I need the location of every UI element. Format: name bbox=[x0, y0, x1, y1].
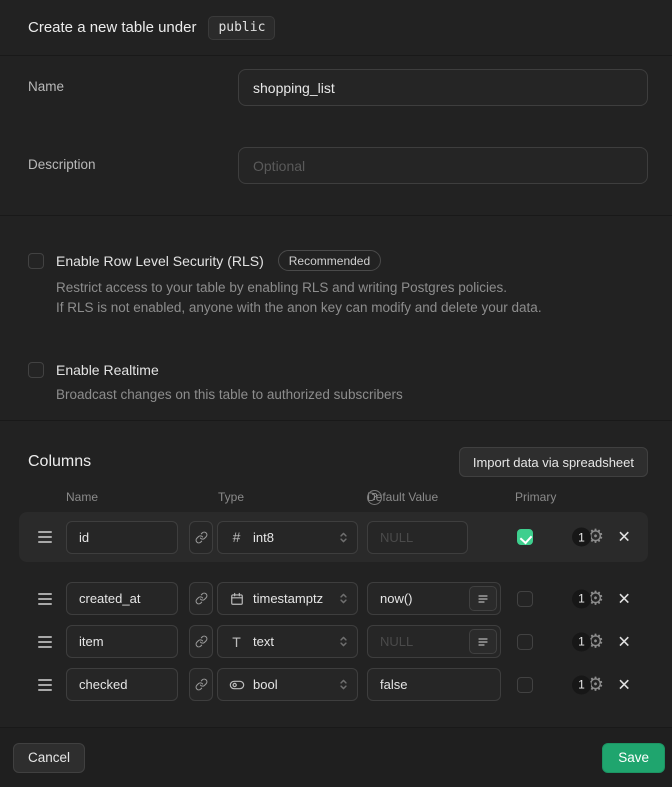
column-name-input[interactable] bbox=[66, 582, 178, 615]
link-icon bbox=[195, 531, 208, 544]
calendar-icon bbox=[228, 592, 245, 606]
description-label: Description bbox=[28, 147, 238, 172]
column-rows: # T int8 bbox=[0, 512, 672, 701]
suggestions-list-button[interactable] bbox=[469, 629, 497, 654]
rls-checkbox[interactable] bbox=[28, 253, 44, 269]
remove-column-button[interactable]: × bbox=[618, 527, 630, 548]
remove-column-button[interactable]: × bbox=[618, 674, 630, 695]
column-type-label: timestamptz bbox=[253, 591, 337, 606]
default-value-input[interactable] bbox=[367, 521, 468, 554]
settings-count-badge: 1 bbox=[572, 632, 591, 651]
link-icon bbox=[195, 635, 208, 648]
default-value-wrap bbox=[367, 668, 501, 701]
schema-badge: public bbox=[208, 16, 275, 40]
suggestions-list-button[interactable] bbox=[469, 586, 497, 611]
chevron-up-down-icon bbox=[337, 591, 350, 606]
column-type-select[interactable]: # T int8 bbox=[217, 521, 358, 554]
header-name: Name bbox=[66, 490, 98, 504]
column-name-input[interactable] bbox=[66, 625, 178, 658]
rls-label: Enable Row Level Security (RLS) bbox=[56, 253, 264, 269]
column-settings: 1 ⚙ bbox=[572, 528, 604, 547]
default-value-wrap bbox=[367, 625, 501, 658]
chevron-up-down-icon bbox=[337, 530, 350, 545]
save-button[interactable]: Save bbox=[602, 743, 665, 773]
panel-header: Create a new table under public bbox=[0, 0, 672, 56]
header-primary: Primary bbox=[515, 490, 556, 504]
realtime-checkbox[interactable] bbox=[28, 362, 44, 378]
column-name-input[interactable] bbox=[66, 668, 178, 701]
drag-handle-icon[interactable] bbox=[38, 531, 52, 543]
drag-handle-icon[interactable] bbox=[38, 679, 52, 691]
column-name-input[interactable] bbox=[66, 521, 178, 554]
default-value-wrap bbox=[367, 521, 468, 554]
import-spreadsheet-button[interactable]: Import data via spreadsheet bbox=[459, 447, 648, 477]
table-info-section: Name Description bbox=[0, 56, 672, 216]
description-field-row: Description bbox=[28, 147, 648, 184]
column-row: # T text bbox=[19, 625, 648, 658]
columns-title: Columns bbox=[28, 453, 91, 471]
table-name-input[interactable] bbox=[238, 69, 648, 106]
list-icon bbox=[477, 593, 489, 605]
primary-checkbox[interactable] bbox=[517, 634, 533, 650]
list-icon bbox=[477, 636, 489, 648]
column-row: # T timestamptz bbox=[19, 582, 648, 615]
column-type-select[interactable]: # T text bbox=[217, 625, 358, 658]
chevron-up-down-icon bbox=[337, 677, 350, 692]
cancel-button[interactable]: Cancel bbox=[13, 743, 85, 773]
column-type-label: text bbox=[253, 634, 337, 649]
column-row: # T bool bbox=[19, 668, 648, 701]
foreign-key-button[interactable] bbox=[189, 668, 213, 701]
name-label: Name bbox=[28, 69, 238, 94]
toggle-icon bbox=[228, 677, 245, 693]
column-type-label: bool bbox=[253, 677, 337, 692]
settings-count-badge: 1 bbox=[572, 675, 591, 694]
foreign-key-button[interactable] bbox=[189, 521, 213, 554]
rls-toggle-block: Enable Row Level Security (RLS) Recommen… bbox=[28, 250, 648, 318]
column-type-select[interactable]: # T timestamptz bbox=[217, 582, 358, 615]
foreign-key-button[interactable] bbox=[189, 582, 213, 615]
column-type-select[interactable]: # T bool bbox=[217, 668, 358, 701]
column-settings: 1 ⚙ bbox=[572, 675, 604, 694]
column-settings: 1 ⚙ bbox=[572, 589, 604, 608]
link-icon bbox=[195, 678, 208, 691]
drag-handle-icon[interactable] bbox=[38, 593, 52, 605]
drag-handle-icon[interactable] bbox=[38, 636, 52, 648]
options-section: Enable Row Level Security (RLS) Recommen… bbox=[0, 216, 672, 421]
primary-checkbox[interactable] bbox=[517, 591, 533, 607]
columns-grid-headers: Name Type Default Value ? Primary bbox=[0, 490, 672, 504]
panel-title: Create a new table under bbox=[28, 19, 196, 36]
table-description-input[interactable] bbox=[238, 147, 648, 184]
primary-checkbox[interactable] bbox=[517, 529, 533, 545]
remove-column-button[interactable]: × bbox=[618, 588, 630, 609]
columns-section: Columns Import data via spreadsheet Name… bbox=[0, 421, 672, 727]
settings-count-badge: 1 bbox=[572, 589, 591, 608]
help-icon[interactable]: ? bbox=[367, 490, 382, 505]
foreign-key-button[interactable] bbox=[189, 625, 213, 658]
column-row: # T int8 bbox=[19, 512, 648, 562]
column-type-label: int8 bbox=[253, 530, 337, 545]
realtime-label: Enable Realtime bbox=[56, 362, 159, 378]
link-icon bbox=[195, 592, 208, 605]
panel-footer: Cancel Save bbox=[0, 727, 672, 787]
text-type-icon: T bbox=[228, 634, 245, 650]
column-settings: 1 ⚙ bbox=[572, 632, 604, 651]
rls-description: Restrict access to your table by enablin… bbox=[56, 278, 648, 318]
settings-count-badge: 1 bbox=[572, 528, 591, 547]
default-value-input[interactable] bbox=[367, 668, 501, 701]
realtime-description: Broadcast changes on this table to autho… bbox=[56, 385, 648, 405]
hash-icon: # bbox=[228, 529, 245, 545]
name-field-row: Name bbox=[28, 69, 648, 106]
recommended-badge: Recommended bbox=[278, 250, 381, 271]
remove-column-button[interactable]: × bbox=[618, 631, 630, 652]
chevron-up-down-icon bbox=[337, 634, 350, 649]
default-value-wrap bbox=[367, 582, 501, 615]
realtime-toggle-block: Enable Realtime Broadcast changes on thi… bbox=[28, 362, 648, 405]
header-type: Type bbox=[218, 490, 244, 504]
primary-checkbox[interactable] bbox=[517, 677, 533, 693]
create-table-panel: Create a new table under public Name Des… bbox=[0, 0, 672, 787]
